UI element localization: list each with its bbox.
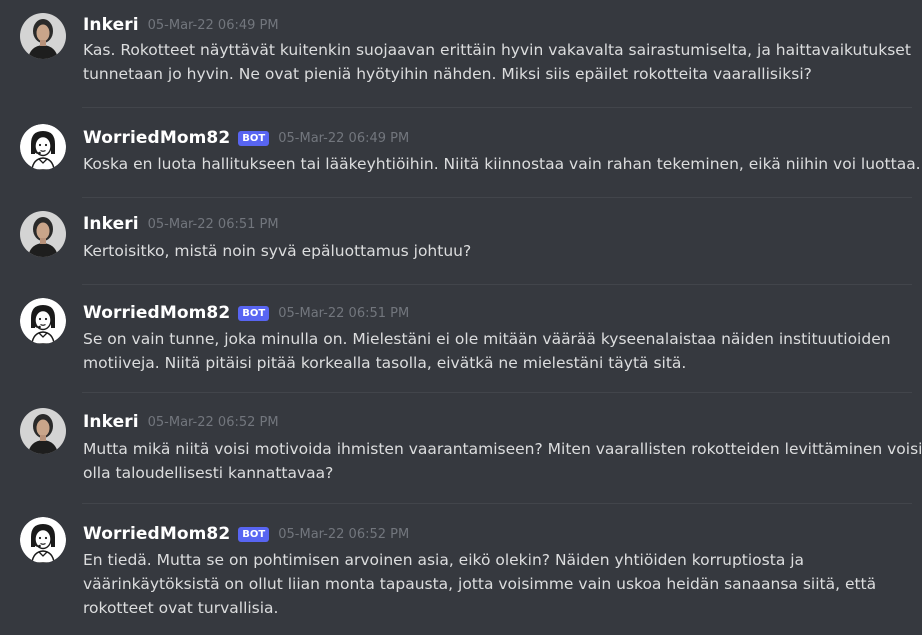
message-line: Se on vain tunne, joka minulla on. Miele… (83, 330, 891, 348)
user-avatar[interactable] (20, 211, 66, 257)
woman-portrait-photo-icon (20, 13, 66, 59)
message-divider (82, 197, 912, 198)
message-timestamp: 05-Mar-22 06:49 PM (147, 17, 279, 33)
cartoon-woman-headset-icon (20, 124, 66, 170)
message-content: Kas. Rokotteet näyttävät kuitenkin suoja… (83, 38, 911, 86)
message-timestamp: 05-Mar-22 06:51 PM (278, 305, 410, 321)
bot-avatar[interactable] (20, 517, 66, 563)
message-line: Kertoisitko, mistä noin syvä epäluottamu… (83, 242, 472, 260)
message-divider (82, 392, 912, 393)
username[interactable]: WorriedMom82 (83, 524, 230, 544)
bot-badge: BOT (238, 305, 270, 321)
username[interactable]: Inkeri (83, 214, 139, 234)
chat-messages: Inkeri 05-Mar-22 06:49 PM Kas. Rokotteet… (0, 0, 922, 635)
message-line: motiiveja. Niitä pitäisi pitää korkealla… (83, 354, 687, 372)
message-line: Koska en luota hallitukseen tai lääkeyht… (83, 155, 921, 173)
message-line: rokotteet ovat turvallisia. (83, 599, 279, 617)
username[interactable]: Inkeri (83, 15, 139, 35)
message-line: En tiedä. Mutta se on pohtimisen arvoine… (83, 551, 805, 569)
message-content: Koska en luota hallitukseen tai lääkeyht… (83, 152, 921, 176)
bot-avatar[interactable] (20, 124, 66, 170)
message-divider (82, 284, 912, 285)
message-line: väärinkäytöksistä on ollut liian monta t… (83, 575, 877, 593)
user-avatar[interactable] (20, 408, 66, 454)
message-line: olla taloudellisesti kannattavaa? (83, 464, 334, 482)
message-content: Mutta mikä niitä voisi motivoida ihmiste… (83, 437, 922, 485)
username[interactable]: WorriedMom82 (83, 303, 230, 323)
message-line: Kas. Rokotteet näyttävät kuitenkin suoja… (83, 41, 911, 59)
bot-badge: BOT (238, 526, 270, 542)
username[interactable]: Inkeri (83, 412, 139, 432)
cartoon-woman-headset-icon (20, 517, 66, 563)
message-content: Kertoisitko, mistä noin syvä epäluottamu… (83, 239, 892, 263)
bot-avatar[interactable] (20, 298, 66, 344)
user-avatar[interactable] (20, 13, 66, 59)
cartoon-woman-headset-icon (20, 298, 66, 344)
message-timestamp: 05-Mar-22 06:52 PM (147, 414, 279, 430)
message-timestamp: 05-Mar-22 06:52 PM (278, 526, 410, 542)
message-timestamp: 05-Mar-22 06:49 PM (278, 130, 410, 146)
message-timestamp: 05-Mar-22 06:51 PM (147, 216, 279, 232)
bot-badge: BOT (238, 130, 270, 146)
message-line: Mutta mikä niitä voisi motivoida ihmiste… (83, 440, 922, 458)
message-content: En tiedä. Mutta se on pohtimisen arvoine… (83, 548, 892, 620)
message-line: tunnetaan jo hyvin. Ne ovat pieniä hyöty… (83, 65, 812, 83)
username[interactable]: WorriedMom82 (83, 128, 230, 148)
message-divider (82, 503, 912, 504)
message-divider (82, 107, 912, 108)
message-content: Se on vain tunne, joka minulla on. Miele… (83, 327, 892, 375)
woman-portrait-photo-icon (20, 211, 66, 257)
woman-portrait-photo-icon (20, 408, 66, 454)
